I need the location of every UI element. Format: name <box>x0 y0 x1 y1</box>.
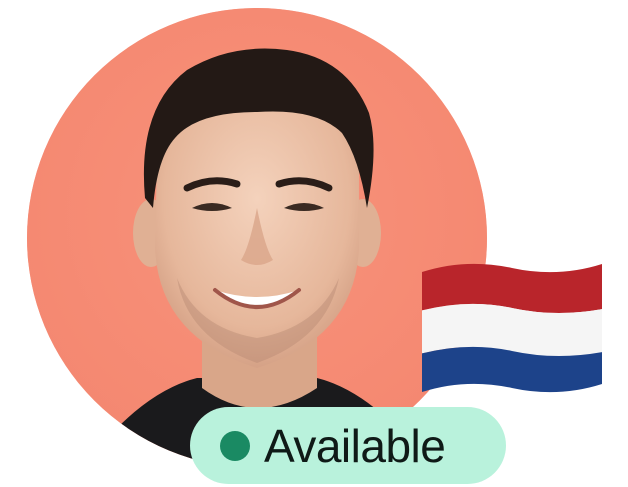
status-label: Available <box>264 419 446 472</box>
netherlands-flag-icon <box>416 258 608 408</box>
status-badge: Available <box>190 407 506 484</box>
profile-card: Available <box>0 0 628 487</box>
status-dot-icon <box>220 430 250 461</box>
